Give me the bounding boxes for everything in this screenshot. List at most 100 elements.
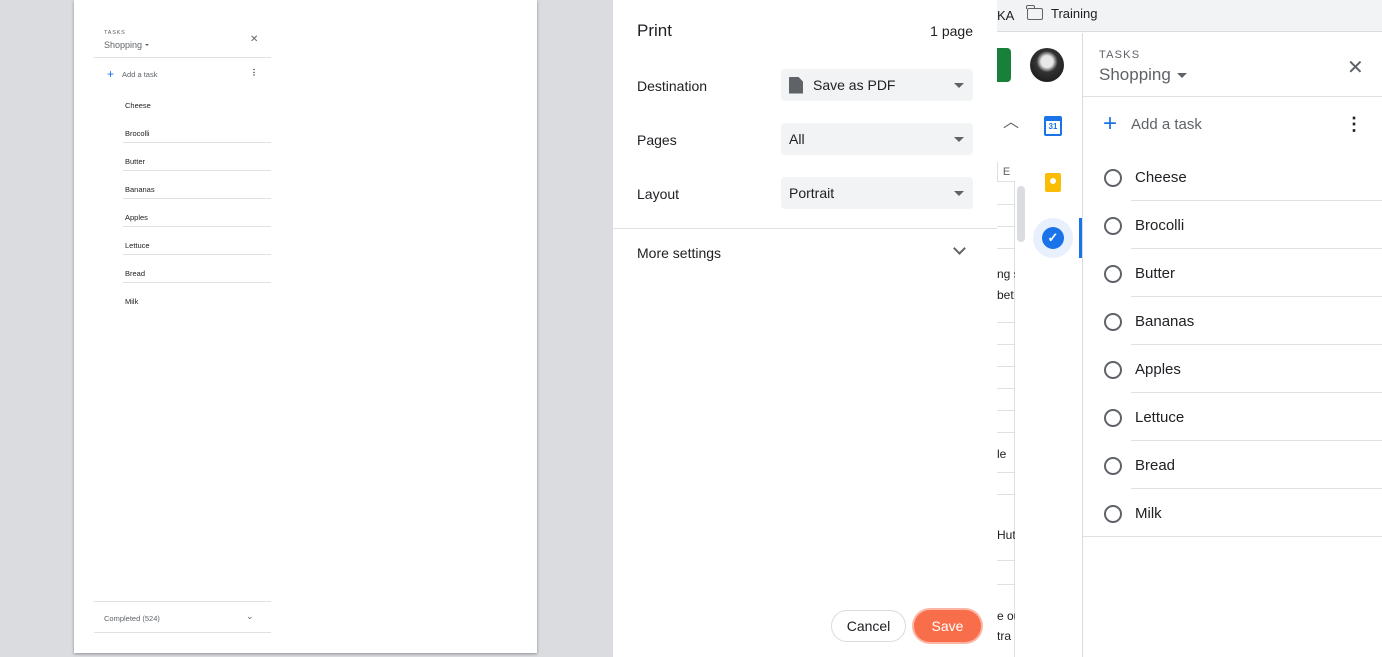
preview-task-item: Bread <box>74 269 274 297</box>
bookmark-folder-label: Training <box>1051 6 1098 21</box>
folder-icon <box>1026 4 1043 20</box>
task-checkbox[interactable] <box>1104 169 1122 187</box>
cell-text: e ou <box>997 609 1015 623</box>
task-checkbox[interactable] <box>1104 409 1122 427</box>
close-icon[interactable]: ✕ <box>1347 55 1364 80</box>
panel-divider <box>1083 96 1382 97</box>
task-item[interactable]: Bananas <box>1083 297 1382 345</box>
keep-button[interactable] <box>1037 166 1069 198</box>
task-checkbox[interactable] <box>1104 457 1122 475</box>
preview-more-vert-icon: ⋮ <box>250 68 258 77</box>
preview-add-task: + Add a task <box>107 67 157 81</box>
task-checkbox[interactable] <box>1104 313 1122 331</box>
grid-line <box>997 204 1015 205</box>
preview-list-name-text: Shopping <box>104 40 143 50</box>
page-count: 1 page <box>930 23 973 39</box>
destination-value: Save as PDF <box>813 77 896 93</box>
pages-value: All <box>789 131 805 147</box>
preview-task-label: Lettuce <box>125 241 150 250</box>
tasks-section-label: TASKS <box>1099 49 1141 61</box>
calendar-icon: 31 <box>1044 116 1062 136</box>
task-label[interactable]: Brocolli <box>1135 217 1184 234</box>
preview-task-item: Brocolli <box>74 129 274 157</box>
calendar-button[interactable]: 31 <box>1037 110 1069 142</box>
preview-task-label: Butter <box>125 157 146 166</box>
preview-task-item: Bananas <box>74 185 274 213</box>
print-dialog: Print 1 page Destination Save as PDF Pag… <box>613 0 997 657</box>
preview-completed-label: Completed (524) <box>104 614 160 623</box>
tasks-check-icon: ✓ <box>1042 227 1064 249</box>
destination-select[interactable]: Save as PDF <box>781 69 973 101</box>
preview-task-item: Butter <box>74 157 274 185</box>
task-label[interactable]: Bananas <box>1135 313 1194 330</box>
preview-task-label: Milk <box>125 297 139 306</box>
task-label[interactable]: Apples <box>1135 361 1181 378</box>
preview-task-divider <box>123 282 271 283</box>
preview-task-divider <box>123 198 271 199</box>
preview-close-icon: ✕ <box>250 34 259 45</box>
task-checkbox[interactable] <box>1104 505 1122 523</box>
task-label[interactable]: Butter <box>1135 265 1175 282</box>
cancel-button[interactable]: Cancel <box>831 610 906 642</box>
task-checkbox[interactable] <box>1104 361 1122 379</box>
cell-text: le <box>997 447 1007 461</box>
more-settings-toggle[interactable]: More settings <box>637 245 721 261</box>
save-button[interactable]: Save <box>914 610 981 642</box>
spreadsheet-grid: ng s bet le Hut e ou tra <box>997 182 1015 657</box>
dropdown-arrow-icon <box>954 137 964 142</box>
task-item[interactable]: Brocolli <box>1083 201 1382 249</box>
bookmark-item[interactable]: KA <box>997 8 1014 23</box>
preview-page: TASKS Shopping ✕ + Add a task ⋮ Cheese B… <box>74 0 537 653</box>
task-checkbox[interactable] <box>1104 265 1122 283</box>
layout-value: Portrait <box>789 185 835 201</box>
task-label[interactable]: Lettuce <box>1135 409 1184 426</box>
grid-line <box>997 560 1015 561</box>
preview-divider <box>94 601 271 602</box>
preview-chevron-down-icon: ⌄ <box>246 611 254 621</box>
column-header[interactable]: E <box>997 162 1015 182</box>
grid-line <box>997 432 1015 433</box>
task-checkbox[interactable] <box>1104 217 1122 235</box>
cell-text: Hut <box>997 528 1015 542</box>
background-app: KA Training ︿ E ng s bet le Hut e ou tra… <box>997 0 1382 657</box>
chevron-up-icon[interactable]: ︿ <box>1003 108 1019 132</box>
list-name: Shopping <box>1099 65 1171 84</box>
task-label[interactable]: Cheese <box>1135 169 1187 186</box>
dialog-divider <box>613 228 997 229</box>
preview-task-divider <box>123 142 271 143</box>
grid-line <box>997 388 1015 389</box>
preview-caret-down-icon <box>145 44 150 46</box>
bookmark-folder-training[interactable]: Training <box>1026 4 1098 21</box>
scrollbar[interactable] <box>1017 186 1025 242</box>
destination-label: Destination <box>637 78 708 94</box>
chevron-down-icon[interactable] <box>953 242 966 255</box>
preview-task-divider <box>123 226 271 227</box>
grid-line <box>997 366 1015 367</box>
task-item[interactable]: Lettuce <box>1083 393 1382 441</box>
preview-divider <box>94 57 271 58</box>
tasks-button[interactable]: ✓ <box>1033 218 1073 258</box>
task-item[interactable]: Bread <box>1083 441 1382 489</box>
preview-plus-icon: + <box>107 67 115 81</box>
keep-icon <box>1045 172 1061 192</box>
grid-line <box>997 494 1015 495</box>
task-item[interactable]: Cheese <box>1083 153 1382 201</box>
preview-list-name: Shopping <box>104 40 150 50</box>
preview-task-divider <box>123 254 271 255</box>
more-vert-icon[interactable]: ⋮ <box>1345 115 1363 133</box>
preview-task-label: Bananas <box>125 185 155 194</box>
pages-select[interactable]: All <box>781 123 973 155</box>
grid-line <box>997 344 1015 345</box>
list-selector[interactable]: Shopping <box>1099 65 1187 85</box>
add-task-button[interactable]: + Add a task <box>1103 112 1202 136</box>
task-item[interactable]: Apples <box>1083 345 1382 393</box>
avatar[interactable] <box>1030 48 1064 82</box>
layout-select[interactable]: Portrait <box>781 177 973 209</box>
task-item[interactable]: Milk <box>1083 489 1382 537</box>
task-item[interactable]: Butter <box>1083 249 1382 297</box>
task-label[interactable]: Milk <box>1135 505 1162 522</box>
dropdown-arrow-icon <box>954 191 964 196</box>
tasks-panel: TASKS Shopping ✕ + Add a task ⋮ Cheese B… <box>1082 33 1382 657</box>
share-button[interactable] <box>997 48 1011 82</box>
task-label[interactable]: Bread <box>1135 457 1175 474</box>
